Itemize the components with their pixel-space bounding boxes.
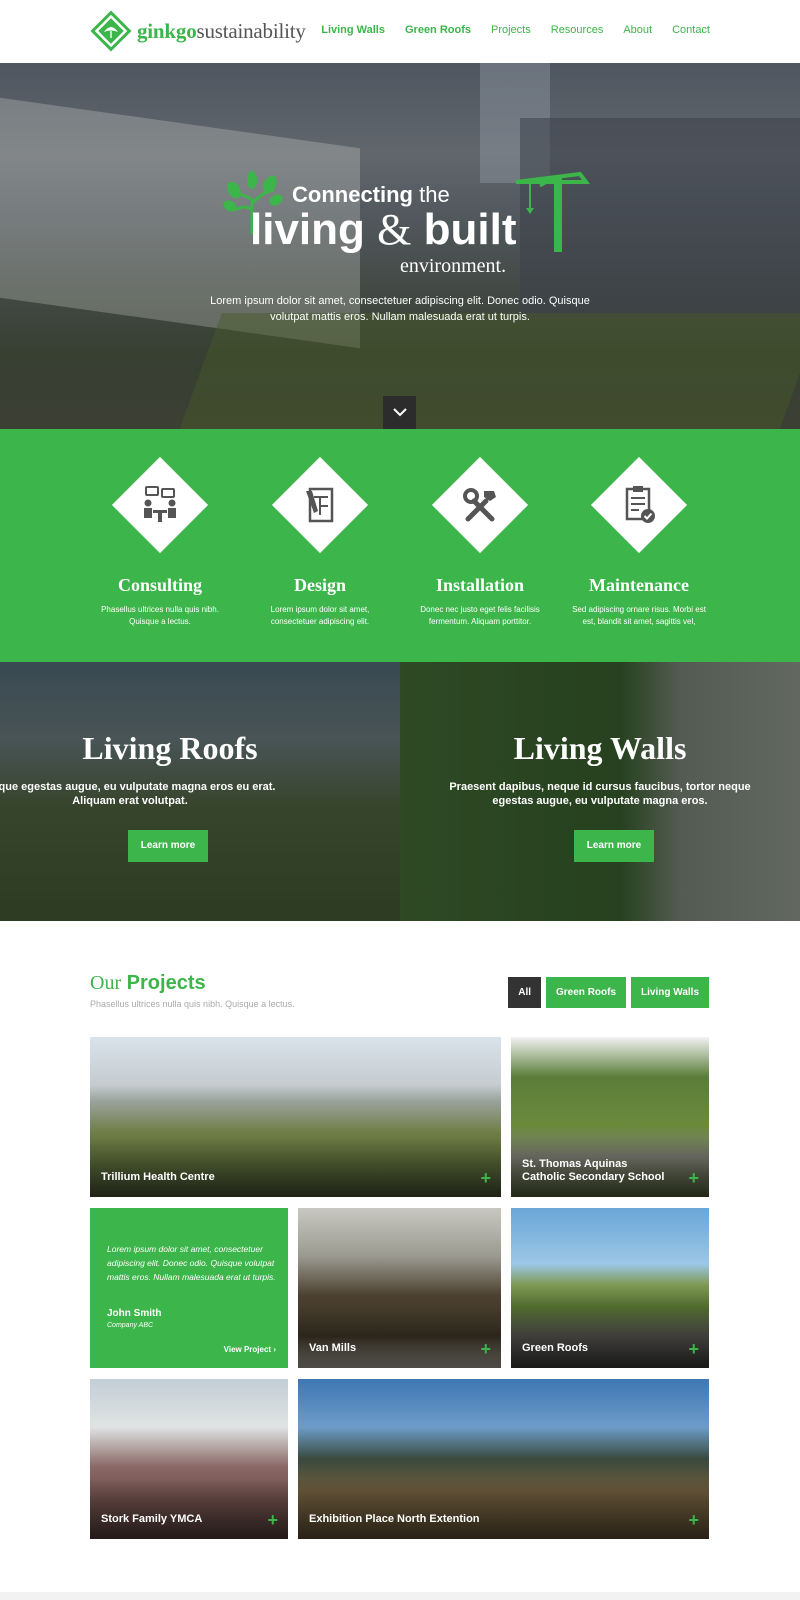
service-description: Sed adipiscing ornare risus. Morbi est e… <box>572 605 706 626</box>
projects-title: Our Projects <box>90 972 206 994</box>
footer-divider <box>0 1592 800 1600</box>
hero-section: Connecting the living & built environmen… <box>0 63 800 429</box>
logo[interactable]: ginkgosustainability <box>90 10 306 52</box>
testimonial-tile: Lorem ipsum dolor sit amet, consectetuer… <box>90 1208 288 1368</box>
services-section: Consulting Phasellus ultrices nulla quis… <box>0 429 800 662</box>
tile-shade <box>90 1137 501 1197</box>
chevron-down-icon <box>392 408 407 417</box>
hero-line-2: living & built <box>250 205 517 254</box>
project-tile-st-thomas[interactable]: St. Thomas Aquinas Catholic Secondary Sc… <box>511 1037 709 1197</box>
tile-caption: Green Roofs <box>522 1342 589 1354</box>
panel-subtitle: Neque egestas augue, eu vulputate magna … <box>0 781 276 807</box>
nav-resources[interactable]: Resources <box>551 24 604 36</box>
ginkgo-leaf-icon <box>90 10 132 52</box>
crane-icon <box>515 171 590 252</box>
projects-header: Our Projects Phasellus ultrices nulla qu… <box>90 972 295 1009</box>
project-tile-van-mills[interactable]: Van Mills + <box>298 1208 501 1368</box>
tile-caption: St. Thomas Aquinas Catholic Secondary Sc… <box>522 1158 665 1183</box>
logo-text: ginkgosustainability <box>137 18 306 43</box>
hero-line-3: environment. <box>400 255 507 277</box>
filter-living-walls[interactable]: Living Walls <box>631 977 709 1008</box>
service-description: Donec nec justo eget felis facilisis fer… <box>420 605 540 626</box>
testimonial-name: John Smith <box>107 1308 162 1319</box>
tile-caption: Exhibition Place North Extention <box>309 1513 480 1525</box>
filter-green-roofs[interactable]: Green Roofs <box>546 977 627 1008</box>
panel-subtitle: Praesent dapibus, neque id cursus faucib… <box>449 781 751 807</box>
project-filters: All Green Roofs Living Walls <box>508 977 709 1008</box>
panel-title: Living Walls <box>513 730 687 766</box>
testimonial-company: Company ABC <box>107 1322 154 1329</box>
clipboard-check-icon <box>625 486 655 523</box>
plus-icon: + <box>688 1339 699 1359</box>
service-title: Consulting <box>117 575 203 595</box>
living-roofs-learn-more-button[interactable]: Learn more <box>128 830 208 862</box>
blueprint-icon <box>306 487 334 523</box>
plus-icon: + <box>267 1510 278 1530</box>
chevron-right-icon: › <box>273 1345 276 1354</box>
project-tile-exhibition-place[interactable]: Exhibition Place North Extention + <box>298 1379 709 1539</box>
tile-shade <box>90 1479 288 1539</box>
living-roofs-panel: Living Roofs Neque egestas augue, eu vul… <box>0 662 400 921</box>
tile-caption: Van Mills <box>309 1342 357 1354</box>
plus-icon: + <box>688 1510 699 1530</box>
view-project-label: View Project <box>223 1345 272 1354</box>
plus-icon: + <box>688 1168 699 1188</box>
site-header: ginkgosustainability Living Walls Green … <box>0 0 800 63</box>
tile-caption: Stork Family YMCA <box>101 1513 203 1525</box>
scroll-down-button[interactable] <box>383 396 416 429</box>
tile-caption: Trillium Health Centre <box>101 1171 215 1183</box>
service-title: Design <box>293 575 346 595</box>
testimonial-quote: Lorem ipsum dolor sit amet, consectetuer… <box>107 1244 276 1282</box>
living-walls-panel: Living Walls Praesent dapibus, neque id … <box>400 662 800 921</box>
tools-icon <box>463 488 496 522</box>
project-tile-stork-ymca[interactable]: Stork Family YMCA + <box>90 1379 288 1539</box>
nav-about[interactable]: About <box>623 24 652 36</box>
filter-all[interactable]: All <box>508 977 542 1008</box>
nav-living-walls[interactable]: Living Walls <box>321 24 385 36</box>
nav-contact[interactable]: Contact <box>672 24 710 36</box>
service-title: Installation <box>435 575 525 595</box>
service-description: Phasellus ultrices nulla quis nibh. Quis… <box>101 605 219 626</box>
tile-shade <box>298 1308 501 1368</box>
plus-icon: + <box>480 1339 491 1359</box>
service-title: Maintenance <box>589 575 689 595</box>
nav-projects[interactable]: Projects <box>491 24 531 36</box>
living-walls-learn-more-button[interactable]: Learn more <box>574 830 654 862</box>
projects-subtitle: Phasellus ultrices nulla quis nibh. Quis… <box>90 999 295 1009</box>
view-project-link[interactable]: View Project › <box>224 1345 276 1354</box>
meeting-icon <box>144 486 176 522</box>
project-tile-green-roofs[interactable]: Green Roofs + <box>511 1208 709 1368</box>
tile-shade <box>298 1479 709 1539</box>
project-tile-trillium[interactable]: Trillium Health Centre + <box>90 1037 501 1197</box>
plus-icon: + <box>480 1168 491 1188</box>
panel-title: Living Roofs <box>82 730 258 766</box>
nav-green-roofs[interactable]: Green Roofs <box>405 24 471 36</box>
hero-description: Lorem ipsum dolor sit amet, consectetuer… <box>210 295 590 323</box>
main-nav: Living Walls Green Roofs Projects Resour… <box>321 24 710 36</box>
tile-shade <box>511 1308 709 1368</box>
service-description: Lorem ipsum dolor sit amet, consectetuer… <box>270 605 370 626</box>
